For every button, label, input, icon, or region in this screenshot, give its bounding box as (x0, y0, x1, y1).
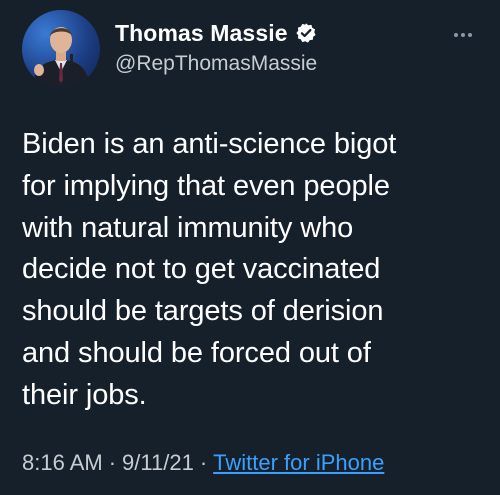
display-name-row: Thomas Massie (115, 18, 415, 48)
user-names: Thomas Massie @RepThomasMassie (115, 18, 415, 76)
display-name[interactable]: Thomas Massie (115, 20, 288, 47)
verified-badge-icon (295, 23, 316, 43)
tweet-card: Thomas Massie @RepThomasMassie Biden is … (0, 0, 500, 495)
tweet-source-link[interactable]: Twitter for iPhone (213, 450, 384, 475)
person-silhouette-icon (32, 27, 90, 88)
avatar[interactable] (22, 10, 100, 88)
tweet-time[interactable]: 8:16 AM (22, 450, 103, 475)
tweet-text: Biden is an anti-science bigot for imply… (22, 128, 397, 411)
meta-separator: · (199, 450, 208, 475)
tweet-header: Thomas Massie @RepThomasMassie (22, 10, 478, 90)
meta-separator: · (108, 450, 117, 475)
tweet-date[interactable]: 9/11/21 (122, 450, 194, 475)
tweet-metadata: 8:16 AM · 9/11/21 · Twitter for iPhone (22, 450, 384, 476)
user-handle[interactable]: @RepThomasMassie (115, 52, 415, 76)
more-options-icon[interactable] (448, 24, 478, 46)
